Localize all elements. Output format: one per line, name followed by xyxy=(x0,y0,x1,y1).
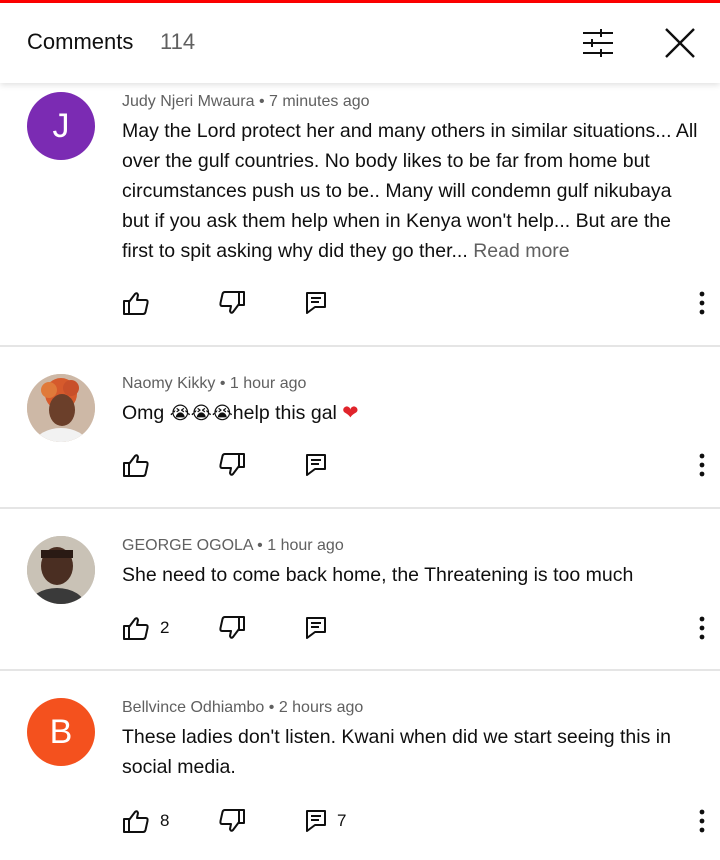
comment-body-end: help this gal xyxy=(232,402,343,424)
comments-count: 114 xyxy=(160,29,196,54)
like-button[interactable] xyxy=(122,450,150,480)
like-count: 2 xyxy=(160,618,170,637)
comment-actions: 8 7 xyxy=(122,806,707,836)
comment-text: These ladies don't listen. Kwani when di… xyxy=(122,722,702,782)
comment-actions: 2 xyxy=(122,613,707,643)
comment-author[interactable]: Judy Njeri Mwaura xyxy=(122,93,254,110)
thumbs-up-icon xyxy=(123,810,149,833)
more-options-button[interactable] xyxy=(697,450,707,480)
thumbs-up-icon xyxy=(123,454,149,477)
more-options-button[interactable] xyxy=(697,806,707,836)
comment-meta: Bellvince Odhiambo • 2 hours ago xyxy=(122,699,363,717)
comment-body-start: Omg xyxy=(122,402,170,424)
avatar-letter: B xyxy=(49,712,73,751)
comment-text: May the Lord protect her and many others… xyxy=(122,116,702,266)
reply-icon xyxy=(306,454,326,476)
thumbs-up-icon xyxy=(123,617,149,640)
profile-photo-icon xyxy=(27,374,95,442)
comment-meta: GEORGE OGOLA • 1 hour ago xyxy=(122,537,344,555)
comment-author[interactable]: GEORGE OGOLA xyxy=(122,537,253,554)
close-icon xyxy=(665,28,695,58)
comment-body: She need to come back home, the Threaten… xyxy=(122,564,634,586)
comment-author[interactable]: Bellvince Odhiambo xyxy=(122,699,264,716)
comment-divider xyxy=(0,345,720,347)
like-button[interactable] xyxy=(122,288,150,318)
reply-button[interactable] xyxy=(305,450,327,480)
comment-actions xyxy=(122,288,707,318)
dislike-button[interactable] xyxy=(218,450,246,480)
dislike-button[interactable] xyxy=(218,613,246,643)
reply-count: 7 xyxy=(337,811,347,830)
more-options-button[interactable] xyxy=(697,613,707,643)
thumbs-down-icon xyxy=(219,453,245,476)
comment-time: 1 hour ago xyxy=(229,375,307,392)
more-vert-icon xyxy=(699,453,705,477)
comment-divider xyxy=(0,669,720,671)
reply-icon xyxy=(306,810,326,832)
comment-author[interactable]: Naomy Kikky xyxy=(122,375,215,392)
avatar[interactable] xyxy=(27,374,95,442)
reply-icon xyxy=(306,292,326,314)
comments-header: Comments 114 xyxy=(0,3,720,83)
close-button[interactable] xyxy=(660,23,700,63)
thumbs-down-icon xyxy=(219,291,245,314)
comment-divider xyxy=(0,507,720,509)
dislike-button[interactable] xyxy=(218,806,246,836)
comment-actions xyxy=(122,450,707,480)
like-button[interactable]: 8 xyxy=(122,806,169,836)
meta-separator: • xyxy=(268,699,275,716)
more-vert-icon xyxy=(699,616,705,640)
comments-title: Comments xyxy=(27,29,134,54)
reply-button[interactable]: 7 xyxy=(305,806,346,836)
read-more-link[interactable]: Read more xyxy=(473,240,569,262)
comment-body: May the Lord protect her and many others… xyxy=(122,120,698,262)
comment-text: She need to come back home, the Threaten… xyxy=(122,560,702,590)
like-button[interactable]: 2 xyxy=(122,613,169,643)
thumbs-up-icon xyxy=(123,292,149,315)
comment-time: 7 minutes ago xyxy=(269,93,370,110)
comment-meta: Judy Njeri Mwaura • 7 minutes ago xyxy=(122,93,370,111)
reply-button[interactable] xyxy=(305,613,327,643)
meta-separator: • xyxy=(257,537,263,554)
avatar[interactable]: J xyxy=(27,92,95,160)
comment-meta: Naomy Kikky • 1 hour ago xyxy=(122,375,306,393)
thumbs-down-icon xyxy=(219,809,245,832)
reply-icon xyxy=(306,617,326,639)
more-vert-icon xyxy=(699,809,705,833)
profile-photo-icon xyxy=(27,536,95,604)
sliders-icon xyxy=(583,29,613,57)
avatar[interactable]: B xyxy=(27,698,95,766)
comment-text: Omg 😭😭😭help this gal ❤ xyxy=(122,398,702,429)
meta-separator: • xyxy=(258,93,265,110)
dislike-button[interactable] xyxy=(218,288,246,318)
comment-time: 2 hours ago xyxy=(278,699,364,716)
more-options-button[interactable] xyxy=(697,288,707,318)
sort-filter-button[interactable] xyxy=(580,25,616,61)
meta-separator: • xyxy=(219,375,226,392)
reply-button[interactable] xyxy=(305,288,327,318)
heart-icon: ❤ xyxy=(342,402,359,424)
crying-emoji-icon: 😭😭😭 xyxy=(169,403,233,424)
avatar[interactable] xyxy=(27,536,95,604)
like-count: 8 xyxy=(160,811,170,830)
more-vert-icon xyxy=(699,291,705,315)
comment-time: 1 hour ago xyxy=(267,537,344,554)
avatar-letter: J xyxy=(52,106,70,145)
comment-body: These ladies don't listen. Kwani when di… xyxy=(122,726,671,778)
thumbs-down-icon xyxy=(219,616,245,639)
